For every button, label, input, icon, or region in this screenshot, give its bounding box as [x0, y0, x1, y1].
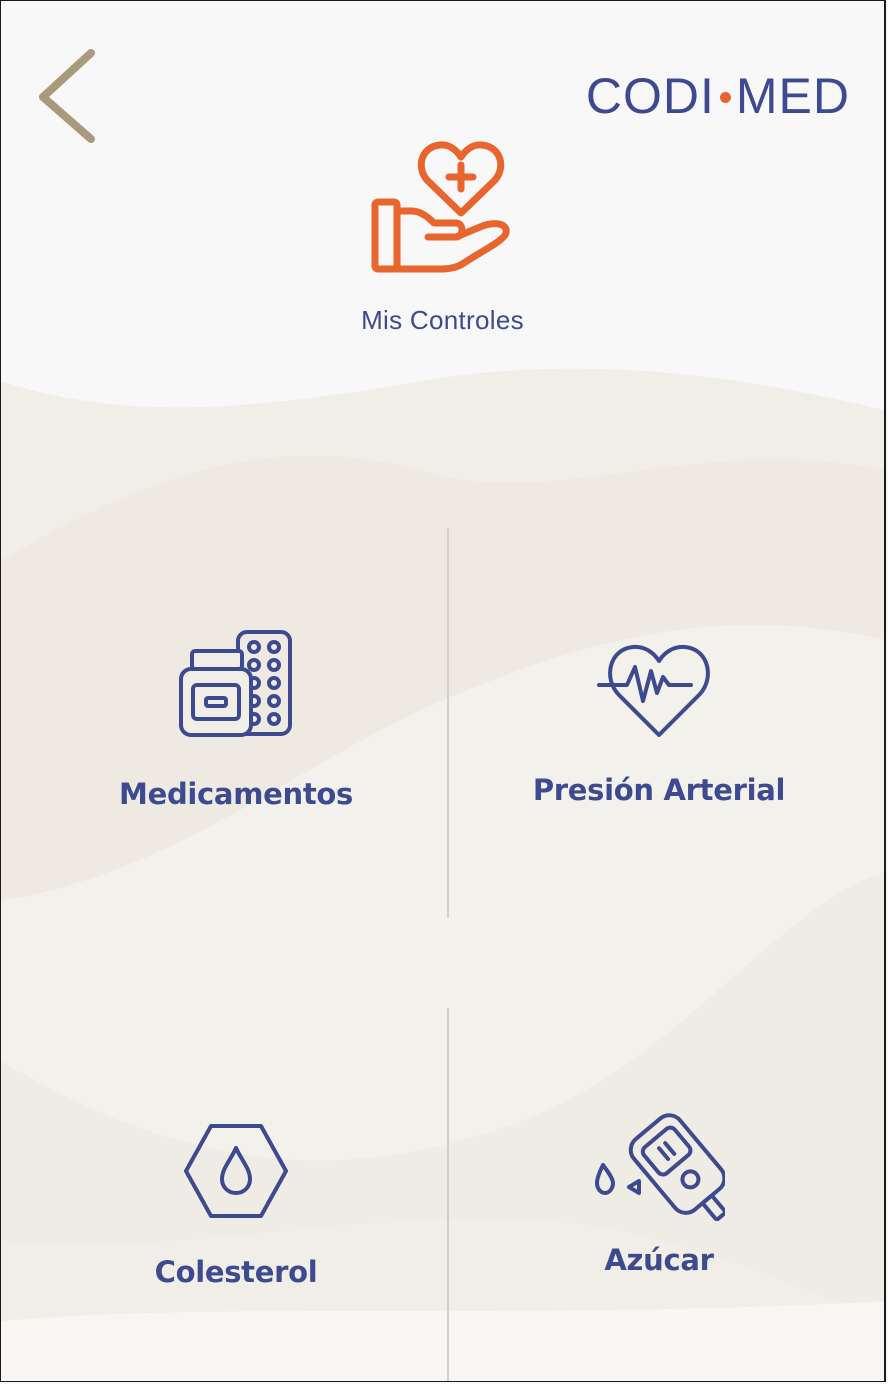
tile-label-medicamentos: Medicamentos: [119, 777, 353, 811]
tile-label-colesterol: Colesterol: [154, 1255, 318, 1289]
heartbeat-icon: [597, 644, 710, 737]
glucometer-icon: [595, 1113, 725, 1221]
heart-hand-icon: [371, 141, 510, 273]
tile-colesterol[interactable]: Colesterol: [14, 1123, 458, 1289]
medication-icon: [179, 630, 292, 737]
logo-dot: [719, 91, 731, 103]
logo-text-left: CODI: [585, 68, 715, 124]
page-title: Mis Controles: [361, 305, 524, 335]
tile-presion-arterial[interactable]: Presión Arterial: [437, 641, 881, 807]
codimed-logo: CODI MED: [586, 71, 850, 121]
tile-azucar[interactable]: Azúcar: [437, 1105, 881, 1277]
tile-medicamentos[interactable]: Medicamentos: [14, 629, 458, 811]
tile-label-azucar: Azúcar: [604, 1243, 714, 1277]
hero-section: Mis Controles: [1, 127, 884, 336]
app-screen: CODI MED Mis Controles Medicamentos Pres…: [0, 0, 886, 1382]
logo-text-right: MED: [735, 68, 850, 124]
tile-label-presion-arterial: Presión Arterial: [532, 773, 786, 807]
drop-hexagon-icon: [184, 1124, 288, 1218]
